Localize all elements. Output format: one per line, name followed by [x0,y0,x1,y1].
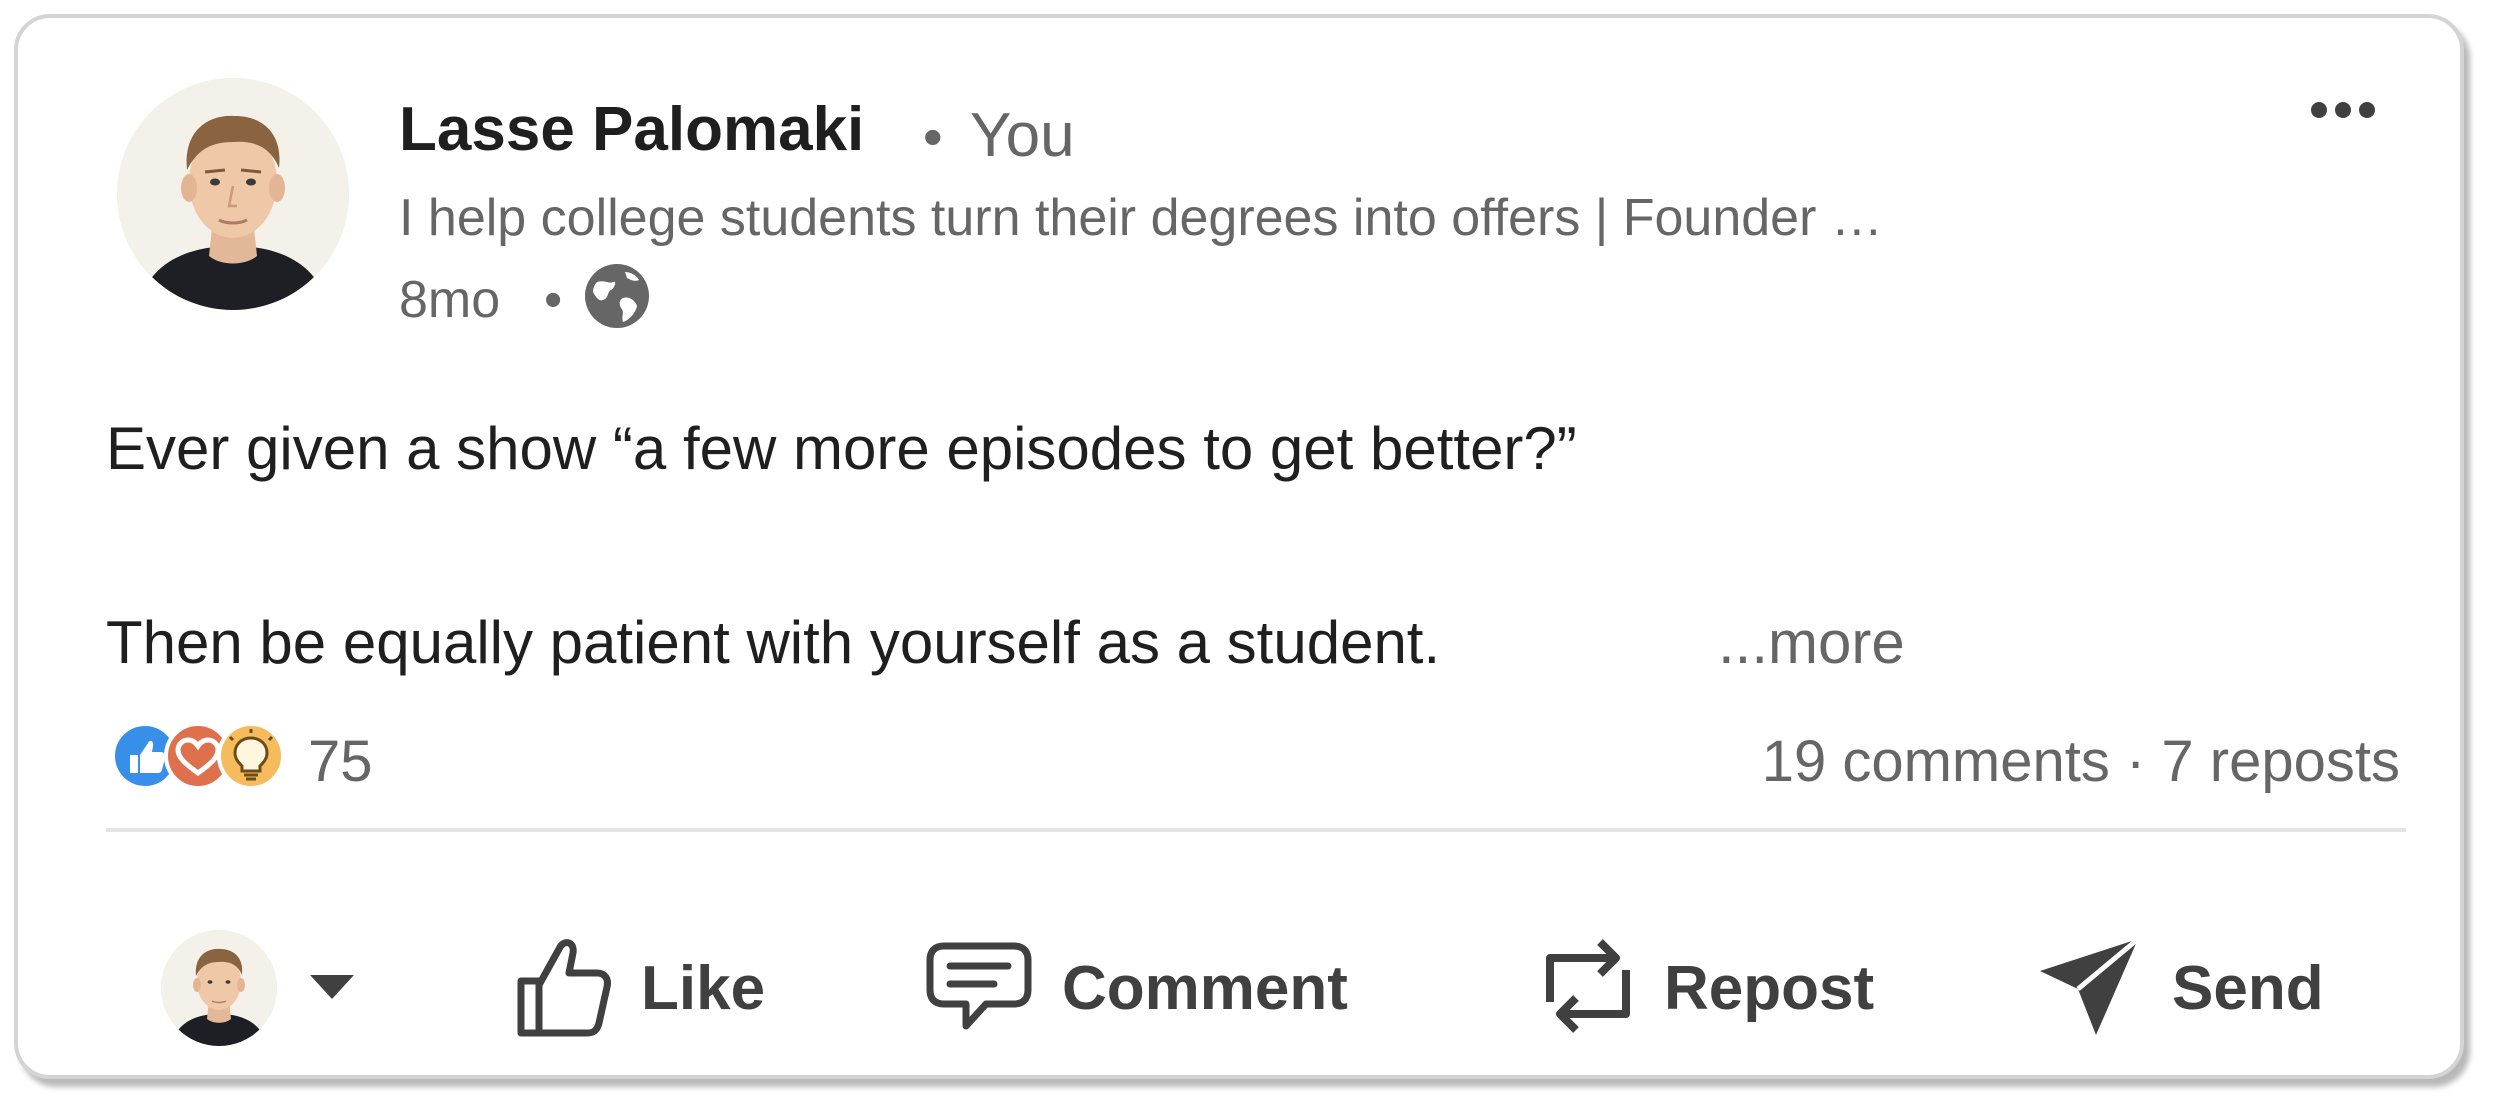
repost-button[interactable]: Repost [1540,918,1874,1058]
send-icon [2034,931,2144,1046]
relation-label: You [970,101,1075,170]
divider [106,828,2406,832]
reactions-summary[interactable] [110,721,310,791]
repost-label: Repost [1664,953,1875,1023]
more-horizontal-icon[interactable] [2308,96,2378,124]
timestamp-separator: • [544,271,563,329]
like-label: Like [641,953,766,1023]
author-avatar[interactable] [117,78,349,310]
repost-icon [1540,928,1636,1049]
author-photo [117,78,349,310]
comment-label: Comment [1062,953,1348,1023]
thumbs-up-icon [513,931,613,1046]
insightful-reaction-icon [217,722,285,790]
react-as-avatar[interactable] [161,930,277,1046]
send-label: Send [2172,953,2324,1023]
post-text-line-2: Then be equally patient with yourself as… [106,609,1441,676]
globe-icon [583,262,651,330]
see-more-link[interactable]: ...more [1718,608,1905,677]
comments-reposts-count[interactable]: 19 comments · 7 reposts [1762,728,2400,795]
send-button[interactable]: Send [2034,918,2324,1058]
actor-photo [161,930,277,1046]
post-card: Lasse Palomaki • You I help college stud… [14,14,2464,1079]
author-headline: I help college students turn their degre… [399,189,1883,247]
comment-icon [924,936,1034,1041]
reaction-count[interactable]: 75 [308,728,373,795]
post-text-line-1: Ever given a show “a few more episodes t… [106,415,1577,482]
relation-separator: • [923,105,943,168]
post-timestamp: 8mo [399,271,501,329]
author-name[interactable]: Lasse Palomaki [399,94,864,165]
comment-button[interactable]: Comment [924,918,1348,1058]
caret-down-icon[interactable] [308,973,356,1001]
like-button[interactable]: Like [513,918,765,1058]
